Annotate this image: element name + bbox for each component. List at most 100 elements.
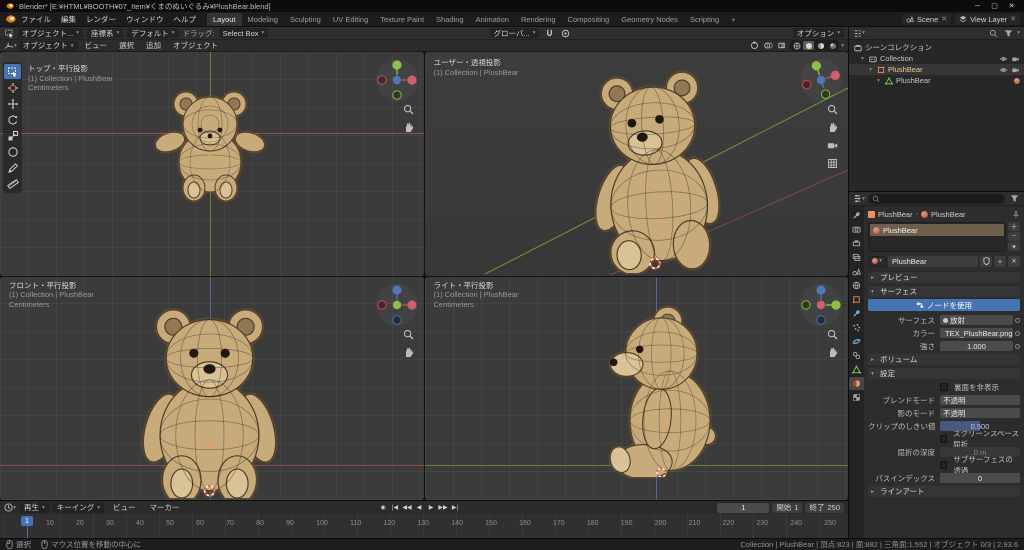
shadow-mode-dropdown[interactable]: 不透明 — [940, 408, 1020, 418]
shading-dropdown-icon[interactable]: ▾ — [841, 43, 844, 49]
browse-material-icon[interactable]: ▾ — [868, 255, 886, 267]
teddy-bear-object-user[interactable] — [581, 58, 731, 273]
navigation-gizmo[interactable] — [799, 283, 843, 327]
navigation-gizmo[interactable] — [375, 283, 419, 327]
tab-scene-icon[interactable] — [849, 265, 864, 278]
viewport-top[interactable]: トップ・平行投影 (1) Collection | PlushBear Cent… — [0, 52, 424, 276]
workspace-tab-compositing[interactable]: Compositing — [562, 13, 616, 26]
workspace-tab-texture-paint[interactable]: Texture Paint — [374, 13, 430, 26]
playhead-line[interactable] — [27, 526, 28, 538]
workspace-tab-sculpting[interactable]: Sculpting — [284, 13, 327, 26]
teddy-bear-object-front[interactable] — [137, 293, 282, 498]
disable-render-camera-icon[interactable] — [1011, 66, 1020, 74]
menu-edit[interactable]: 編集 — [56, 12, 81, 26]
properties-editor-icon[interactable]: ▾ — [853, 194, 865, 204]
tool-transform[interactable] — [4, 144, 21, 159]
viewport-menu-object[interactable]: オブジェクト — [168, 40, 223, 51]
hide-eye-icon[interactable] — [999, 55, 1008, 63]
viewport-menu-select[interactable]: 選択 — [114, 40, 139, 51]
menu-render[interactable]: レンダー — [81, 12, 121, 26]
coordinate-system-dropdown[interactable]: 座標系 ▾ — [87, 28, 124, 38]
mode-dropdown[interactable]: オブジェクト... ▾ — [18, 28, 84, 38]
viewport-menu-view[interactable]: ビュー — [80, 40, 113, 51]
scene-selector[interactable]: Scene ✕ — [902, 13, 952, 25]
proportional-editing-icon[interactable] — [559, 28, 571, 38]
material-slot-list[interactable]: PlushBear — [868, 222, 1006, 252]
scene-unlink-icon[interactable]: ✕ — [941, 15, 947, 23]
sss-checkbox[interactable] — [940, 461, 948, 469]
breadcrumb-object[interactable]: PlushBear — [878, 210, 913, 219]
view-layer-unlink-icon[interactable]: ✕ — [1010, 15, 1016, 23]
material-name-field[interactable]: PlushBear — [888, 255, 978, 267]
close-button[interactable]: ✕ — [1004, 1, 1019, 11]
disable-render-camera-icon[interactable] — [1011, 55, 1020, 63]
maximize-button[interactable]: ▢ — [987, 1, 1002, 11]
properties-filter-icon[interactable] — [1008, 194, 1020, 204]
slot-specials-icon[interactable]: ▾ — [1008, 242, 1020, 251]
strength-field[interactable]: 1.000 — [940, 341, 1013, 351]
add-workspace-button[interactable]: + — [725, 13, 741, 26]
new-material-button[interactable]: ＋ — [994, 255, 1006, 267]
workspace-tab-shading[interactable]: Shading — [430, 13, 470, 26]
tab-texture-icon[interactable] — [849, 391, 864, 404]
viewport-right[interactable]: ライト・平行投影 (1) Collection | PlushBear Cent… — [424, 276, 848, 500]
tab-world-icon[interactable] — [849, 279, 864, 292]
view-layer-selector[interactable]: View Layer ✕ — [955, 13, 1020, 25]
use-nodes-button[interactable]: ノードを使用 — [868, 299, 1020, 311]
zoom-icon[interactable] — [827, 104, 838, 115]
tool-annotate[interactable] — [4, 160, 21, 175]
transform-orientation-dropdown[interactable]: グローバ... ▾ — [489, 28, 540, 38]
tab-constraints-icon[interactable] — [849, 349, 864, 362]
pan-hand-icon[interactable] — [827, 122, 838, 133]
workspace-tab-uv-editing[interactable]: UV Editing — [327, 13, 374, 26]
pan-hand-icon[interactable] — [403, 122, 414, 133]
minimize-button[interactable]: ─ — [970, 1, 985, 11]
outliner-filter-icon[interactable] — [1002, 28, 1014, 38]
tool-select-box[interactable] — [4, 64, 21, 79]
editor-type-icon[interactable]: ▾ — [4, 41, 17, 51]
panel-line-art[interactable]: ▸ ラインアート — [868, 486, 1020, 497]
timeline-editor-icon[interactable]: ▾ — [4, 503, 16, 513]
pan-hand-icon[interactable] — [403, 347, 414, 358]
tab-output-icon[interactable] — [849, 237, 864, 250]
show-overlays-toggle-icon[interactable] — [762, 41, 774, 51]
teddy-bear-object-top[interactable] — [145, 84, 275, 212]
hide-eye-icon[interactable] — [999, 66, 1008, 74]
tool-move[interactable] — [4, 96, 21, 111]
tab-material-icon[interactable] — [849, 377, 864, 390]
toggle-ortho-icon[interactable] — [827, 158, 838, 169]
tool-measure[interactable] — [4, 176, 21, 191]
auto-key-icon[interactable]: ◉ — [378, 503, 389, 513]
workspace-tab-layout[interactable]: Layout — [207, 13, 242, 26]
current-frame-field[interactable]: 1 — [717, 502, 770, 513]
animate-icon[interactable] — [1015, 330, 1020, 336]
panel-surface[interactable]: ▾ サーフェス — [868, 286, 1020, 297]
prev-keyframe-button[interactable]: ◀◀ — [402, 503, 413, 513]
surface-type-dropdown[interactable]: 放射 — [940, 315, 1013, 325]
outliner-search-icon[interactable] — [987, 28, 999, 38]
material-slot-selected[interactable]: PlushBear — [870, 224, 1004, 236]
workspace-tab-animation[interactable]: Animation — [470, 13, 515, 26]
tab-modifiers-icon[interactable] — [849, 307, 864, 320]
fake-user-shield-icon[interactable] — [980, 255, 992, 267]
keying-menu[interactable]: キーイング ▾ — [52, 502, 105, 513]
frame-start-field[interactable]: 開始 1 — [772, 502, 803, 513]
teddy-bear-object-right[interactable] — [581, 293, 733, 477]
next-keyframe-button[interactable]: ▶▶ — [438, 503, 449, 513]
tool-rotate[interactable] — [4, 112, 21, 127]
navigation-gizmo[interactable] — [799, 58, 843, 102]
playhead-frame-badge[interactable]: 1 — [21, 516, 33, 526]
workspace-tab-geometry-nodes[interactable]: Geometry Nodes — [615, 13, 684, 26]
outliner-filter-dropdown-icon[interactable]: ▾ — [1017, 30, 1020, 36]
color-texture-field[interactable]: TEX_PlushBear.png — [940, 328, 1013, 338]
zoom-icon[interactable] — [827, 329, 838, 340]
timeline-ruler[interactable]: 1 10 20 30 40 50 60 70 80 90 100 110 120… — [0, 514, 848, 538]
select-tool-dropdown[interactable]: Select Box ▾ — [218, 28, 269, 38]
tab-render-icon[interactable] — [849, 223, 864, 236]
tab-object-icon[interactable] — [849, 293, 864, 306]
timeline-view-menu[interactable]: ビュー — [108, 501, 141, 514]
blender-menu-icon[interactable] — [4, 14, 16, 24]
tab-tool-icon[interactable] — [849, 209, 864, 222]
outliner-row-object-plushbear[interactable]: ▾ PlushBear — [849, 64, 1024, 75]
outliner-row-mesh-plushbear[interactable]: ▾ PlushBear — [849, 75, 1024, 86]
